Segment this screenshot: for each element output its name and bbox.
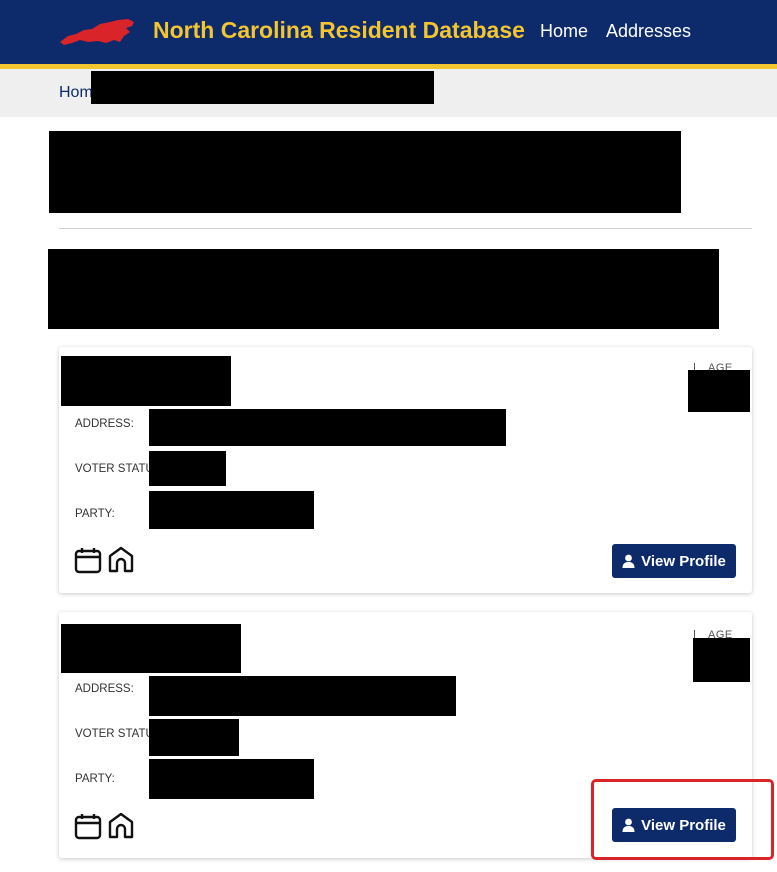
redacted-page-title <box>49 131 681 213</box>
redacted-resident-name <box>61 624 241 673</box>
user-icon <box>622 554 635 568</box>
redacted-voter-status-value <box>149 719 239 756</box>
address-label: ADDRESS: <box>75 683 134 695</box>
redacted-address-value <box>149 676 456 716</box>
view-profile-label: View Profile <box>641 552 726 570</box>
heading-divider <box>59 228 752 229</box>
party-label: PARTY: <box>75 773 115 785</box>
calendar-icon[interactable] <box>74 812 102 840</box>
redacted-breadcrumb <box>91 71 434 104</box>
nav-link-addresses[interactable]: Addresses <box>606 21 691 42</box>
house-icon[interactable] <box>107 811 135 839</box>
party-label: PARTY: <box>75 508 115 520</box>
nav-link-home[interactable]: Home <box>540 21 588 42</box>
address-label: ADDRESS: <box>75 418 134 430</box>
redacted-address-value <box>149 409 506 446</box>
redacted-age-value <box>688 370 750 412</box>
redacted-resident-name <box>61 356 231 406</box>
redacted-subheading <box>48 249 719 329</box>
resident-card: AGE ADDRESS: VOTER STATUS PARTY: View Pr… <box>59 347 752 593</box>
site-brand-title[interactable]: North Carolina Resident Database <box>153 17 525 44</box>
view-profile-button[interactable]: View Profile <box>612 544 736 578</box>
house-icon[interactable] <box>107 545 135 573</box>
redacted-age-value <box>693 638 750 682</box>
redacted-voter-status-value <box>149 451 226 486</box>
top-navbar: North Carolina Resident Database Home Ad… <box>0 0 777 69</box>
breadcrumb-home-link[interactable]: Hom <box>59 84 93 102</box>
redacted-party-value <box>149 491 314 529</box>
north-carolina-state-icon <box>60 19 134 45</box>
highlight-annotation-box <box>591 779 774 860</box>
calendar-icon[interactable] <box>74 546 102 574</box>
redacted-party-value <box>149 759 314 799</box>
